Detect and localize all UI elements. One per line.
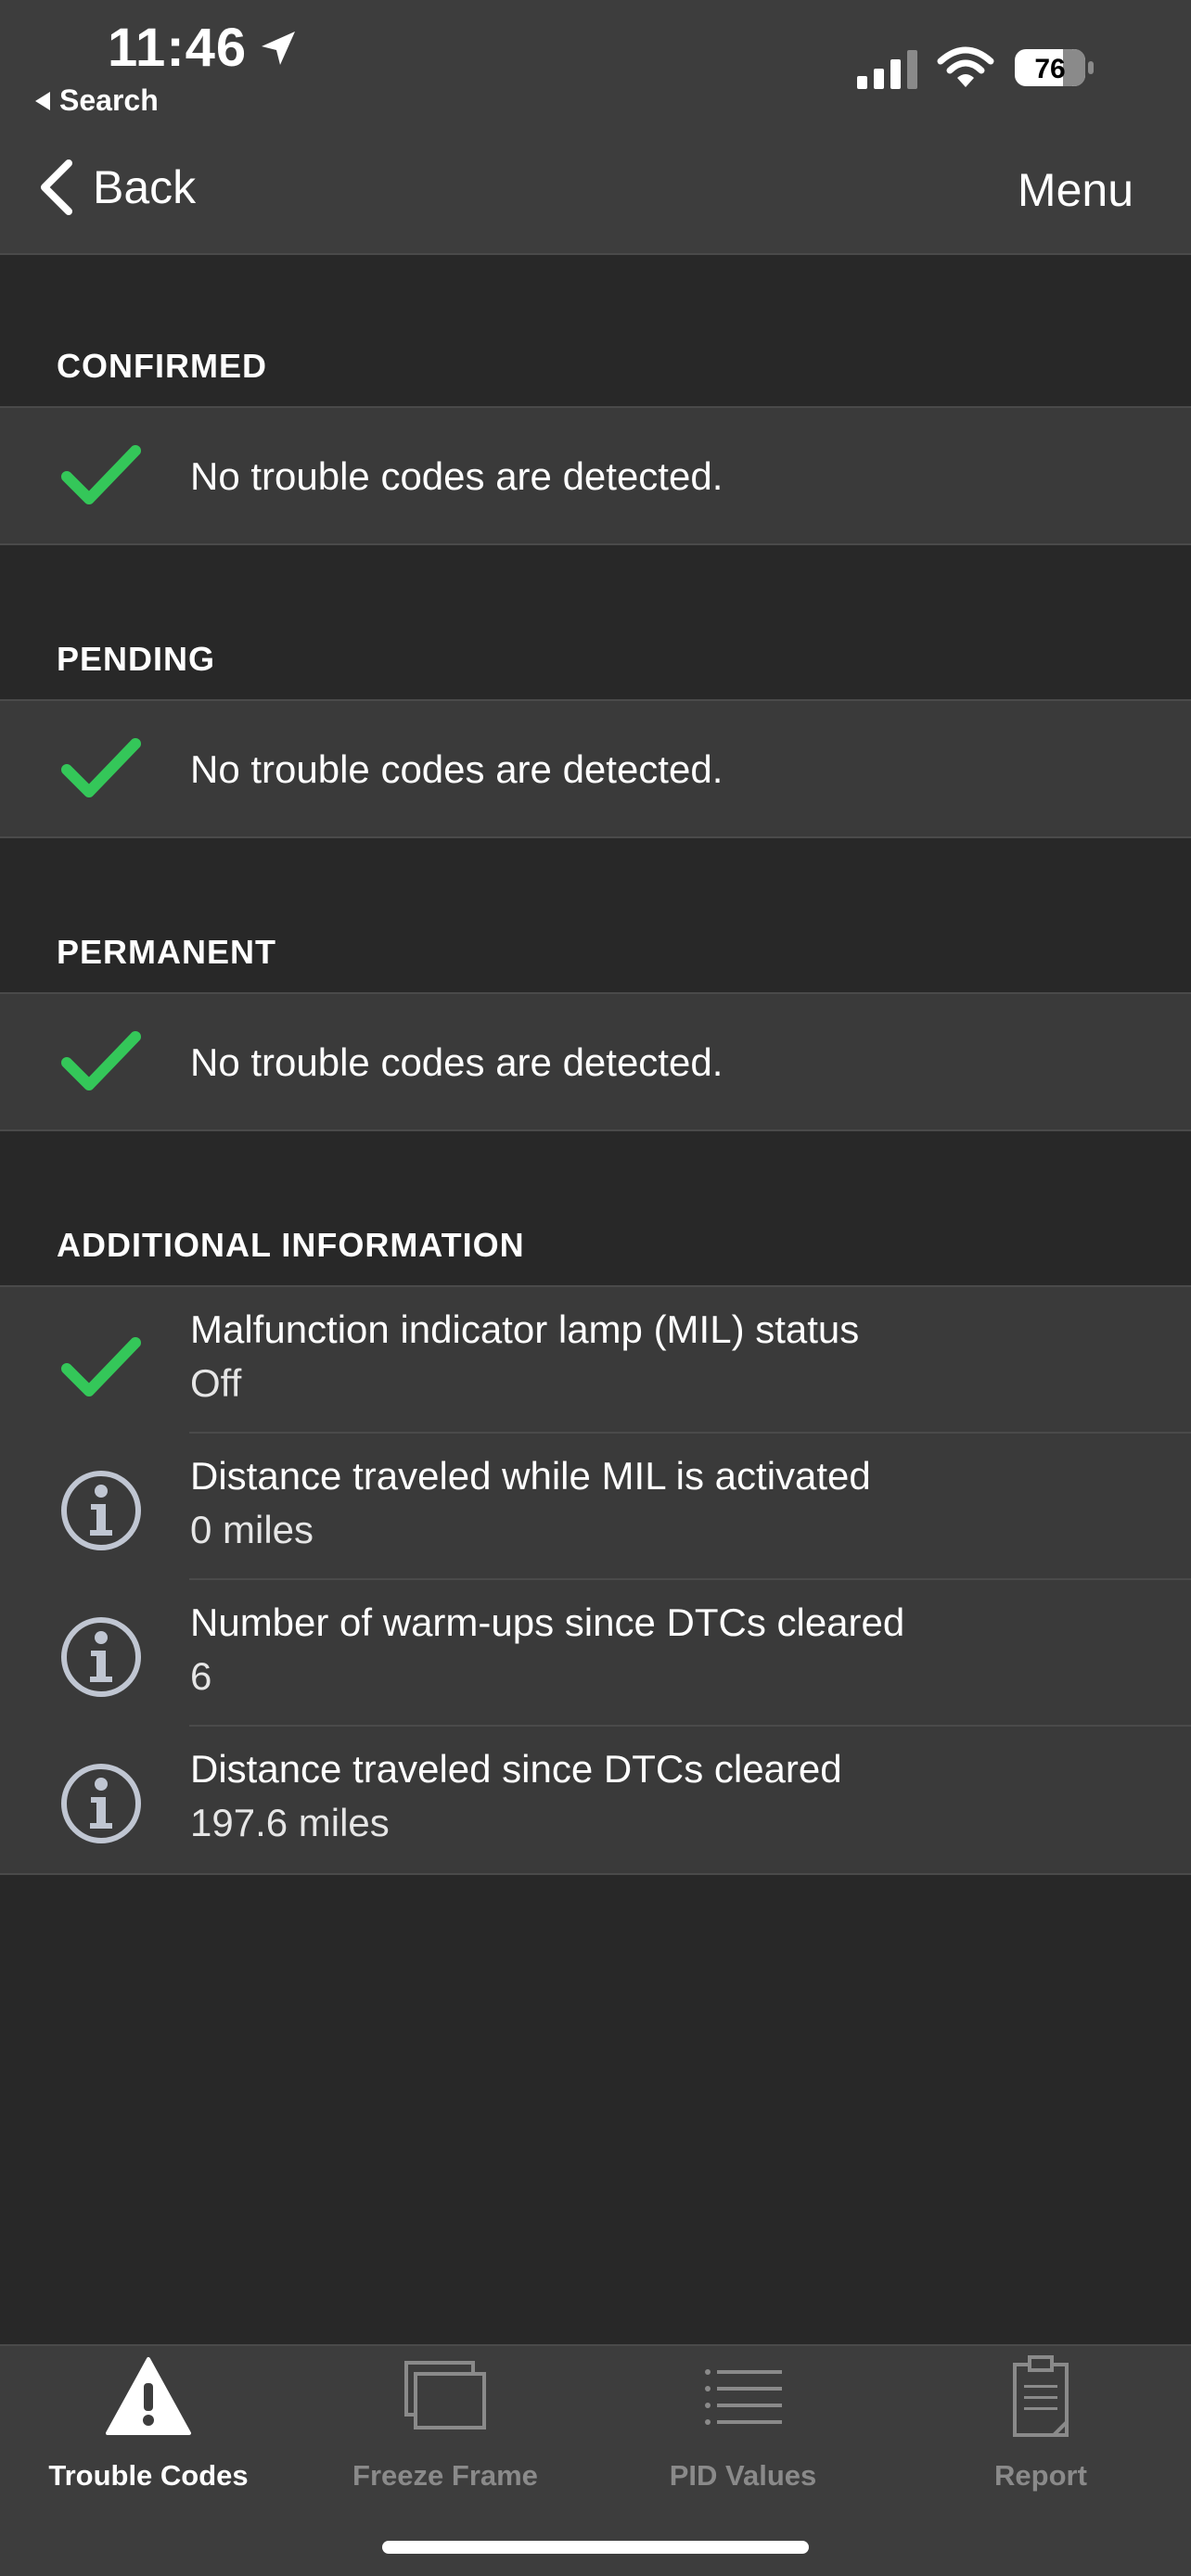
tab-label: Freeze Frame [352,2459,538,2492]
back-label: Back [93,161,197,213]
back-to-search-label: Search [59,83,159,117]
cellular-signal-icon [857,50,917,89]
confirmed-message: No trouble codes are detected. [190,454,724,498]
list-divider [189,1578,1191,1580]
info-icon [61,1471,141,1550]
home-indicator[interactable] [382,2541,809,2554]
check-icon [61,1031,141,1090]
wifi-icon [937,46,994,87]
distance-mil-title: Distance traveled while MIL is activated [190,1454,871,1498]
tab-label: Trouble Codes [48,2459,249,2492]
pending-row: No trouble codes are detected. [0,699,1191,838]
tab-label: Report [994,2459,1087,2492]
clipboard-icon [1013,2355,1069,2437]
battery-icon: 76 [1015,49,1094,86]
back-triangle-icon [35,91,50,110]
confirmed-row: No trouble codes are detected. [0,406,1191,545]
warmups-value: 6 [190,1654,212,1698]
check-icon [61,445,141,504]
section-header-pending: PENDING [57,640,216,678]
permanent-message: No trouble codes are detected. [190,1040,724,1084]
check-icon [61,738,141,797]
section-header-confirmed: CONFIRMED [57,347,267,385]
status-time: 11:46 [108,18,248,78]
pending-message: No trouble codes are detected. [190,747,724,791]
list-divider [189,1432,1191,1434]
battery-indicator: 76 [1013,46,1095,89]
top-bar-divider [0,253,1191,255]
check-icon [61,1337,141,1396]
menu-button[interactable]: Menu [1018,163,1133,217]
tab-trouble-codes[interactable]: Trouble Codes [0,2355,297,2493]
distance-cleared-title: Distance traveled since DTCs cleared [190,1747,842,1791]
mil-status-value: Off [190,1361,242,1405]
additional-info-list: Malfunction indicator lamp (MIL) status … [0,1285,1191,1875]
tab-label: PID Values [669,2459,817,2492]
list-icon [705,2369,782,2425]
warning-icon [106,2357,191,2435]
tab-report[interactable]: Report [892,2355,1189,2493]
section-header-permanent: PERMANENT [57,933,277,971]
distance-mil-value: 0 miles [190,1508,314,1551]
distance-cleared-value: 197.6 miles [190,1801,390,1844]
screen: 11:46 Search 76 Back Menu CONFIRMED No t… [0,0,1191,2576]
back-to-search-link[interactable]: Search [35,83,159,118]
warmups-title: Number of warm-ups since DTCs cleared [190,1600,905,1644]
chevron-left-icon [41,159,72,215]
info-icon [61,1764,141,1843]
mil-status-title: Malfunction indicator lamp (MIL) status [190,1307,860,1351]
list-divider [189,1725,1191,1727]
battery-level: 76 [1034,54,1065,84]
tab-pid-values[interactable]: PID Values [595,2355,891,2493]
back-button[interactable]: Back [35,158,196,217]
location-arrow-icon [262,32,295,65]
section-header-additional: ADDITIONAL INFORMATION [57,1226,525,1264]
info-icon [61,1617,141,1697]
tab-freeze-frame[interactable]: Freeze Frame [297,2355,594,2493]
permanent-row: No trouble codes are detected. [0,992,1191,1131]
frames-icon [404,2361,486,2429]
